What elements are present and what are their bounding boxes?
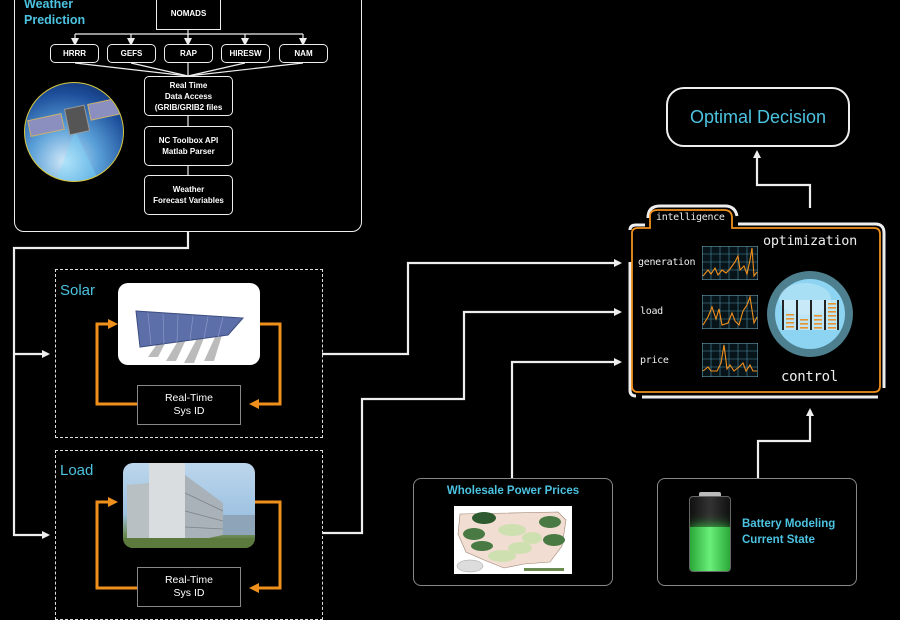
realtime-data-access-box: Real Time Data Access (GRIB/GRIB2 files: [144, 76, 233, 116]
prices-to-intel-line: [510, 358, 622, 478]
optimization-label: optimization: [763, 233, 857, 249]
building-image: [123, 463, 255, 548]
load-sparkline: [702, 295, 758, 329]
model-hiresw: HIRESW: [221, 44, 270, 63]
intelligence-tab-label: intelligence: [656, 212, 725, 223]
solar-to-intel-line: [322, 259, 622, 356]
model-gefs: GEFS: [107, 44, 156, 63]
forecast-variables-box: Weather Forecast Variables: [144, 175, 233, 215]
solar-label: Solar: [60, 282, 96, 299]
battery-to-intel-line: [756, 408, 814, 478]
solar-sysid-box: Real-Time Sys ID: [137, 385, 241, 425]
price-sparkline: [702, 343, 758, 377]
signal-generation-label: generation: [638, 257, 696, 268]
optimal-decision-box: Optimal Decision: [666, 87, 850, 147]
battery-charge-level: [690, 526, 730, 571]
weather-prediction-title: Weather Prediction: [24, 0, 86, 27]
building-icon: [123, 463, 255, 548]
satellite-image: [24, 82, 124, 182]
us-price-map-image: [454, 506, 572, 574]
load-label: Load: [60, 462, 94, 479]
signal-load-label: load: [640, 306, 663, 317]
nomads-box: NOMADS: [156, 0, 221, 30]
battery-label: Battery Modeling Current State: [742, 518, 836, 546]
intelligence-frame: [628, 204, 886, 399]
optimal-decision-label: Optimal Decision: [689, 106, 827, 127]
battery-icon: [689, 492, 731, 572]
model-nam: NAM: [279, 44, 328, 63]
model-rap: RAP: [164, 44, 213, 63]
load-sysid-box: Real-Time Sys ID: [137, 567, 241, 607]
model-hrrr: HRRR: [50, 44, 99, 63]
nc-toolbox-box: NC Toolbox API Matlab Parser: [144, 126, 233, 166]
us-map-icon: [456, 511, 567, 573]
signal-price-label: price: [640, 355, 669, 366]
control-dial-icon: [767, 271, 853, 357]
control-label: control: [781, 369, 838, 385]
wholesale-prices-title: Wholesale Power Prices: [446, 485, 580, 497]
solar-panel-icon: [135, 310, 245, 363]
solar-panel-image: [118, 283, 260, 365]
generation-sparkline: [702, 246, 758, 280]
satellite-icon: [27, 97, 123, 181]
